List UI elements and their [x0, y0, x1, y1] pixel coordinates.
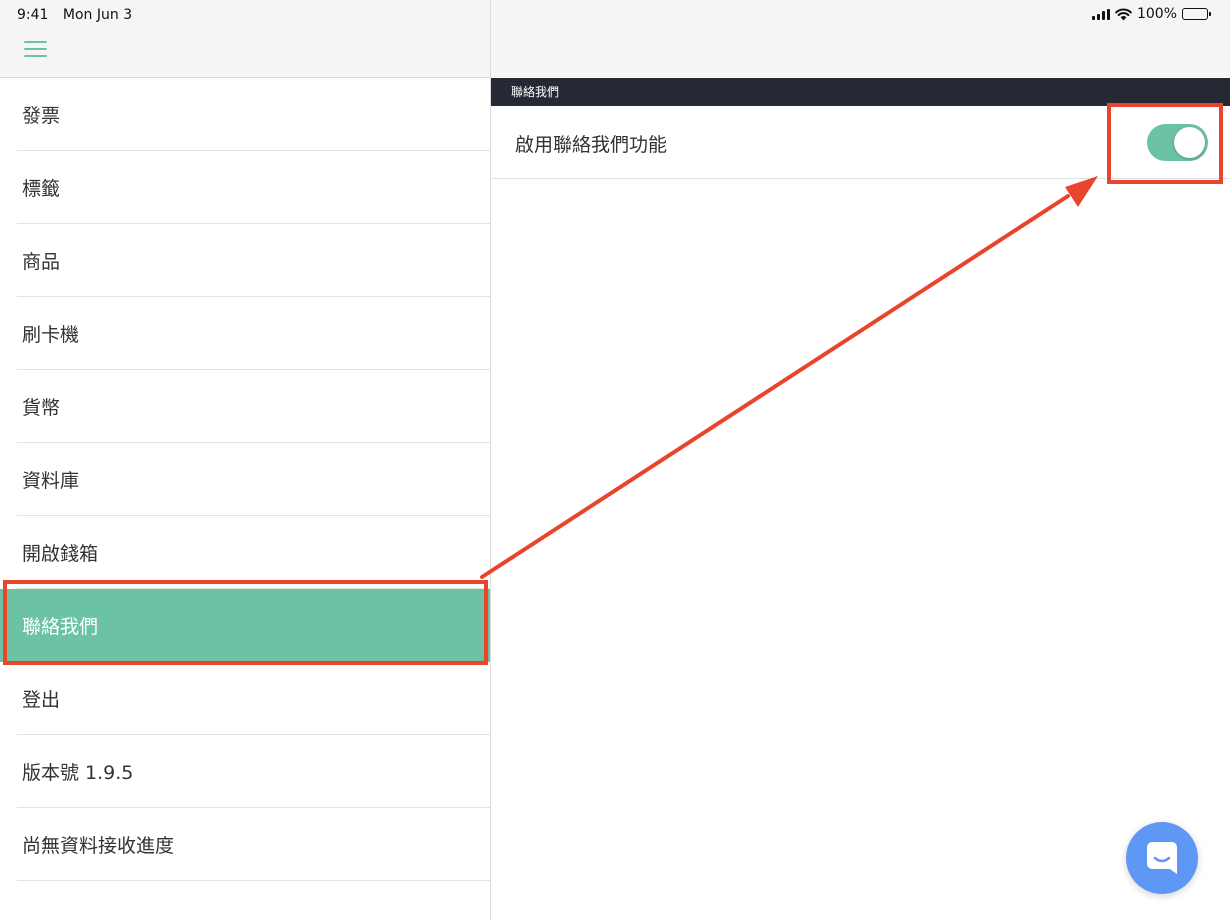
- sidebar-item-label: 資料庫: [22, 469, 80, 492]
- status-date: Mon Jun 3: [62, 7, 133, 23]
- signal-icon: [1091, 8, 1110, 20]
- section-title: 聯絡我們: [511, 85, 560, 99]
- sidebar-item-label: 登出: [22, 688, 61, 711]
- setting-row-contact-us: 啟用聯絡我們功能: [491, 106, 1230, 179]
- sidebar-item-labels[interactable]: 標籤: [17, 151, 490, 224]
- sidebar-item-card-reader[interactable]: 刷卡機: [17, 297, 490, 370]
- sidebar-item-version: 版本號 1.9.5: [17, 735, 490, 808]
- settings-screen: 發票 標籤 商品 刷卡機 貨幣 資料庫 開啟錢箱 聯絡我們 登出 版本號 1.9…: [0, 0, 1230, 920]
- sidebar-item-open-cash-drawer[interactable]: 開啟錢箱: [17, 516, 490, 589]
- sidebar-menu: 發票 標籤 商品 刷卡機 貨幣 資料庫 開啟錢箱 聯絡我們 登出 版本號 1.9…: [0, 78, 490, 881]
- sidebar-item-label: 聯絡我們: [22, 615, 99, 638]
- battery-icon: [1182, 8, 1211, 20]
- enable-contact-toggle[interactable]: [1147, 124, 1208, 161]
- battery-percent: 100%: [1136, 6, 1177, 22]
- chat-button[interactable]: [1126, 822, 1198, 894]
- sidebar-item-label: 貨幣: [22, 396, 61, 419]
- sidebar-item-label: 發票: [22, 104, 61, 127]
- sidebar-item-invoice[interactable]: 發票: [17, 78, 490, 151]
- sidebar-item-products[interactable]: 商品: [17, 224, 490, 297]
- sidebar-item-label: 標籤: [22, 177, 61, 200]
- hamburger-icon[interactable]: [24, 41, 47, 61]
- sidebar-item-label: 版本號 1.9.5: [22, 761, 134, 784]
- sidebar: 發票 標籤 商品 刷卡機 貨幣 資料庫 開啟錢箱 聯絡我們 登出 版本號 1.9…: [0, 0, 491, 920]
- sidebar-item-currency[interactable]: 貨幣: [17, 370, 490, 443]
- sidebar-item-label: 刷卡機: [22, 323, 80, 346]
- sidebar-item-database[interactable]: 資料庫: [17, 443, 490, 516]
- sidebar-item-sync-progress: 尚無資料接收進度: [17, 808, 490, 881]
- sidebar-item-label: 尚無資料接收進度: [22, 834, 175, 857]
- sidebar-item-label: 開啟錢箱: [22, 542, 99, 565]
- toggle-knob: [1174, 127, 1205, 158]
- wifi-icon: [1115, 7, 1132, 20]
- setting-label: 啟用聯絡我們功能: [515, 134, 668, 156]
- status-bar: 9:41 Mon Jun 3 100%: [0, 0, 1230, 30]
- status-right: 100%: [1091, 6, 1211, 22]
- status-time: 9:41: [17, 7, 49, 23]
- sidebar-item-logout[interactable]: 登出: [17, 662, 490, 735]
- sidebar-item-contact-us[interactable]: 聯絡我們: [0, 589, 490, 662]
- chat-icon: [1147, 842, 1177, 874]
- section-header: 聯絡我們: [491, 78, 1230, 106]
- status-left: 9:41 Mon Jun 3: [17, 7, 142, 23]
- sidebar-item-label: 商品: [22, 250, 61, 273]
